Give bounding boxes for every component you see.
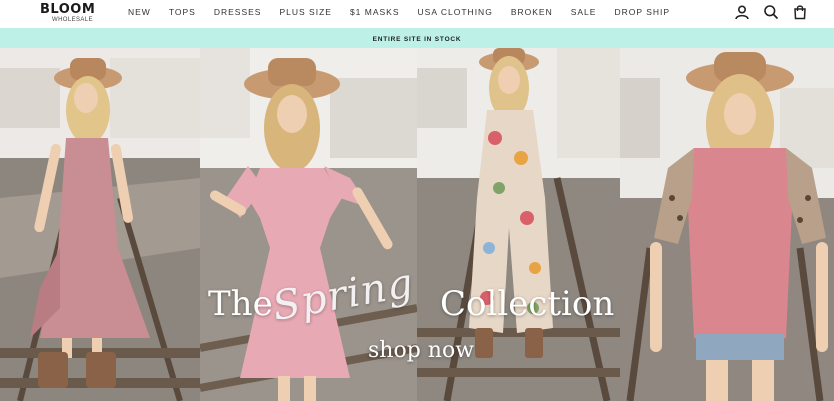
shop-now-link[interactable]: shop now — [368, 338, 474, 363]
hero-panel-mauve-dress — [0, 48, 200, 401]
nav-item-drop-ship[interactable]: DROP SHIP — [614, 7, 670, 17]
main-nav: NEW TOPS DRESSES PLUS SIZE $1 MASKS USA … — [128, 7, 688, 17]
nav-item-masks[interactable]: $1 MASKS — [350, 7, 400, 17]
headline-the: The — [208, 284, 273, 324]
nav-item-sale[interactable]: SALE — [571, 7, 597, 17]
nav-item-usa-clothing[interactable]: USA CLOTHING — [418, 7, 493, 17]
account-icon[interactable] — [734, 4, 750, 20]
nav-item-plus-size[interactable]: PLUS SIZE — [279, 7, 331, 17]
brand-logo[interactable]: BLOOM WHOLESALE — [40, 3, 104, 24]
site-header: BLOOM WHOLESALE NEW TOPS DRESSES PLUS SI… — [0, 0, 834, 28]
announcement-bar: ENTIRE SITE IN STOCK — [0, 28, 834, 48]
nav-item-dresses[interactable]: DRESSES — [214, 7, 262, 17]
nav-item-new[interactable]: NEW — [128, 7, 151, 17]
announcement-text: ENTIRE SITE IN STOCK — [372, 36, 462, 43]
cart-icon[interactable] — [792, 4, 808, 20]
nav-item-broken[interactable]: BROKEN — [511, 7, 553, 17]
hero-banner[interactable]: The Spring Collection shop now — [0, 48, 834, 401]
brand-tagline: WHOLESALE — [52, 17, 93, 23]
nav-item-tops[interactable]: TOPS — [169, 7, 196, 17]
hero-image-mauve-dress — [0, 48, 200, 401]
header-icons — [734, 4, 808, 20]
search-icon[interactable] — [763, 4, 779, 20]
headline-collection: Collection — [440, 284, 615, 324]
brand-name: BLOOM — [40, 2, 96, 17]
hero-panel-pink-top — [620, 48, 834, 401]
hero-image-pink-top — [620, 48, 834, 401]
